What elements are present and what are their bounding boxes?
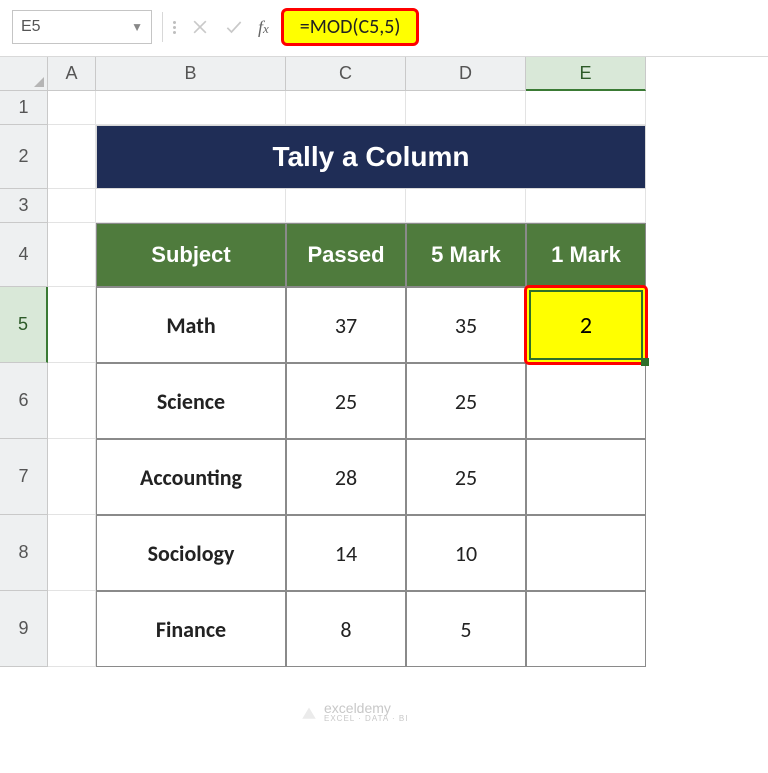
formula-input[interactable]: =MOD(C5,5) [281, 8, 420, 46]
enter-icon[interactable] [224, 17, 244, 37]
cell-e1[interactable] [526, 91, 646, 125]
cell-d1[interactable] [406, 91, 526, 125]
cell-b3[interactable] [96, 189, 286, 223]
cell-subject-4[interactable]: Finance [96, 591, 286, 667]
watermark-tagline: EXCEL · DATA · BI [324, 714, 408, 723]
cell-5mark-2[interactable]: 25 [406, 439, 526, 515]
cell-passed-4[interactable]: 8 [286, 591, 406, 667]
spreadsheet-grid[interactable]: A B C D E 1 2 Tally a Column 3 4 Subject… [0, 56, 768, 667]
cell-a9[interactable] [48, 591, 96, 667]
th-5mark[interactable]: 5 Mark [406, 223, 526, 287]
cell-a2[interactable] [48, 125, 96, 189]
cell-a5[interactable] [48, 287, 96, 363]
cell-1mark-1[interactable] [526, 363, 646, 439]
cell-5mark-3[interactable]: 10 [406, 515, 526, 591]
cell-subject-3[interactable]: Sociology [96, 515, 286, 591]
cell-a7[interactable] [48, 439, 96, 515]
th-subject[interactable]: Subject [96, 223, 286, 287]
watermark: exceldemy EXCEL · DATA · BI [300, 700, 408, 723]
cell-b1[interactable] [96, 91, 286, 125]
cell-a3[interactable] [48, 189, 96, 223]
col-header-e[interactable]: E [526, 57, 646, 91]
row-header-9[interactable]: 9 [0, 591, 48, 667]
name-box-value: E5 [21, 18, 41, 36]
cell-1mark-3[interactable] [526, 515, 646, 591]
watermark-brand: exceldemy [324, 700, 391, 716]
cell-5mark-4[interactable]: 5 [406, 591, 526, 667]
th-1mark[interactable]: 1 Mark [526, 223, 646, 287]
cell-passed-2[interactable]: 28 [286, 439, 406, 515]
cell-e5-active[interactable]: 2 [526, 287, 646, 363]
logo-icon [300, 703, 318, 721]
separator [162, 12, 163, 42]
col-header-c[interactable]: C [286, 57, 406, 91]
cell-c3[interactable] [286, 189, 406, 223]
fx-icon[interactable]: fx [258, 17, 269, 38]
cell-a6[interactable] [48, 363, 96, 439]
cell-5mark-0[interactable]: 35 [406, 287, 526, 363]
row-header-8[interactable]: 8 [0, 515, 48, 591]
more-icon[interactable] [173, 21, 176, 34]
cell-passed-3[interactable]: 14 [286, 515, 406, 591]
cell-a4[interactable] [48, 223, 96, 287]
cell-subject-0[interactable]: Math [96, 287, 286, 363]
row-header-7[interactable]: 7 [0, 439, 48, 515]
row-header-6[interactable]: 6 [0, 363, 48, 439]
cell-subject-1[interactable]: Science [96, 363, 286, 439]
cell-passed-1[interactable]: 25 [286, 363, 406, 439]
chevron-down-icon[interactable]: ▼ [131, 20, 143, 34]
row-header-1[interactable]: 1 [0, 91, 48, 125]
name-box[interactable]: E5 ▼ [12, 10, 152, 44]
cell-passed-0[interactable]: 37 [286, 287, 406, 363]
cell-a1[interactable] [48, 91, 96, 125]
col-header-d[interactable]: D [406, 57, 526, 91]
col-header-a[interactable]: A [48, 57, 96, 91]
cell-c1[interactable] [286, 91, 406, 125]
cell-1mark-2[interactable] [526, 439, 646, 515]
cell-d3[interactable] [406, 189, 526, 223]
title-banner: Tally a Column [96, 125, 646, 189]
cell-subject-2[interactable]: Accounting [96, 439, 286, 515]
cell-a8[interactable] [48, 515, 96, 591]
th-passed[interactable]: Passed [286, 223, 406, 287]
row-header-5[interactable]: 5 [0, 287, 48, 363]
row-header-2[interactable]: 2 [0, 125, 48, 189]
cell-e3[interactable] [526, 189, 646, 223]
formula-text: =MOD(C5,5) [300, 15, 401, 39]
cell-1mark-4[interactable] [526, 591, 646, 667]
formula-bar: E5 ▼ fx =MOD(C5,5) [0, 0, 768, 56]
row-header-4[interactable]: 4 [0, 223, 48, 287]
formula-bar-icons [173, 17, 244, 37]
row-header-3[interactable]: 3 [0, 189, 48, 223]
cell-5mark-1[interactable]: 25 [406, 363, 526, 439]
cancel-icon[interactable] [190, 17, 210, 37]
select-all-corner[interactable] [0, 57, 48, 91]
title-text: Tally a Column [272, 141, 469, 173]
col-header-b[interactable]: B [96, 57, 286, 91]
cell-1mark-0: 2 [580, 311, 592, 340]
